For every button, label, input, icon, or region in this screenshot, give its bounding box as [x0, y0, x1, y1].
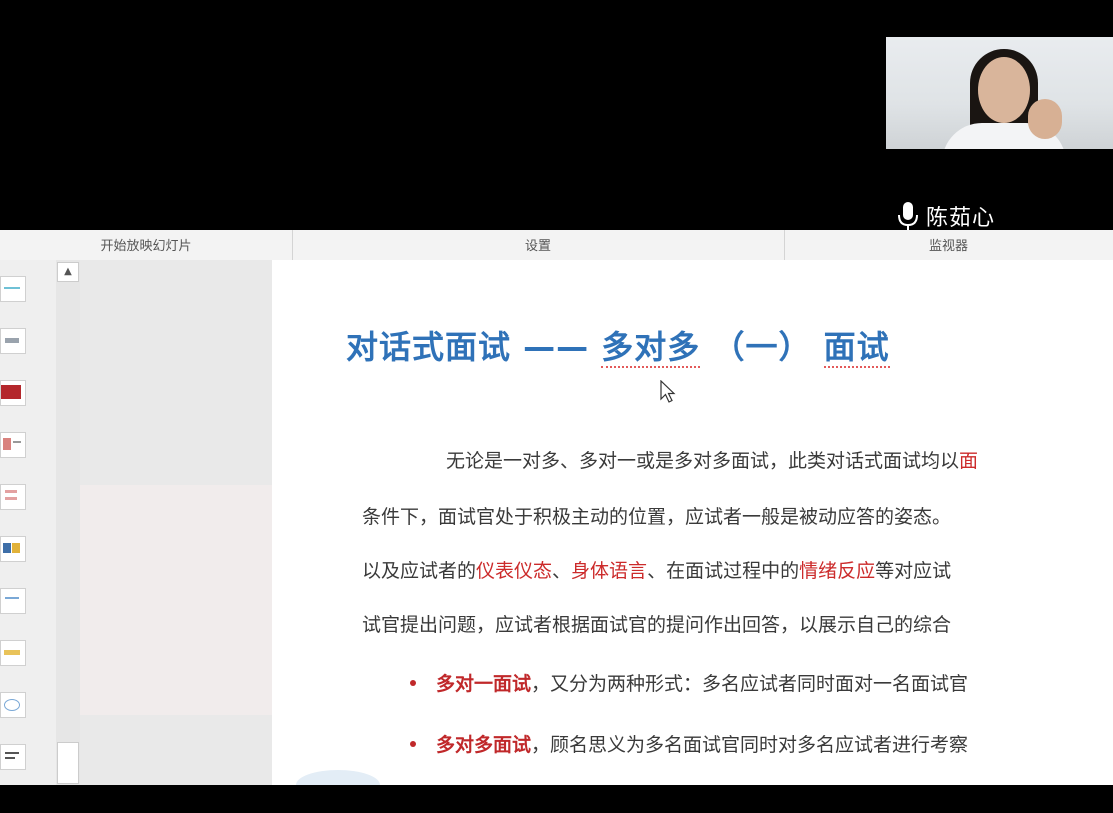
- scroll-up-arrow-icon[interactable]: ▲: [57, 262, 79, 282]
- line1-text: 无论是一对多、多对一或是多对多面试，此类对话式面试均以: [446, 450, 960, 472]
- bullet-2-term: 多对多面试: [436, 734, 532, 756]
- slide-canvas: 对话式面试 —— 多对多 （一） 面试 无论是一对多、多对一或是多对多面试，此类…: [272, 260, 1113, 785]
- bullet-1: 多对一面试，又分为两种形式：多名应试者同时面对一名面试官: [436, 669, 968, 696]
- slide-title: 对话式面试 —— 多对多 （一） 面试: [346, 322, 890, 368]
- ribbon-group-start-slideshow[interactable]: 开始放映幻灯片: [0, 230, 293, 260]
- body-line-1: 无论是一对多、多对一或是多对多面试，此类对话式面试均以面: [446, 446, 978, 473]
- body-line-2: 条件下，面试官处于积极主动的位置，应试者一般是被动应答的姿态。: [362, 506, 952, 528]
- line3-f: 情绪反应: [799, 560, 876, 582]
- ribbon-group-monitor[interactable]: 监视器: [784, 230, 1113, 260]
- body-line-3: 以及应试者的仪表仪态、身体语言、在面试过程中的情绪反应等对应试: [362, 556, 951, 583]
- line1-highlight: 面: [959, 450, 979, 472]
- slide-thumbnail[interactable]: [0, 380, 26, 406]
- title-part-1: 对话式面试 ——: [346, 328, 602, 366]
- webcam-video: [886, 37, 1113, 149]
- slide-thumbnail[interactable]: [0, 744, 26, 770]
- presenter-hand: [1028, 99, 1062, 139]
- margin-band: [80, 485, 272, 715]
- bullet-2: 多对多面试，顾名思义为多名面试官同时对多名应试者进行考察: [436, 730, 968, 757]
- scrollbar-thumb[interactable]: [57, 742, 79, 784]
- microphone-icon: [896, 200, 920, 232]
- line3-c: 、: [552, 560, 572, 582]
- slide-thumbnail[interactable]: [0, 484, 26, 510]
- slide-thumbnail[interactable]: [0, 536, 26, 562]
- slide-thumbnail[interactable]: [0, 276, 26, 302]
- body-line-4: 试官提出问题，应试者根据面试官的提问作出回答，以展示自己的综合: [362, 614, 952, 636]
- slide-thumbnail[interactable]: [0, 328, 26, 354]
- presenter-face: [978, 57, 1030, 123]
- thumbnail-scrollbar[interactable]: ▲: [56, 260, 80, 785]
- presenter-name: 陈茹心: [926, 206, 996, 231]
- ribbon-toolbar: 开始放映幻灯片 设置 监视器: [0, 230, 1113, 261]
- slide-thumbnail[interactable]: [0, 588, 26, 614]
- bullet-dot: [410, 680, 416, 686]
- bullet-1-term: 多对一面试: [436, 673, 532, 695]
- title-part-2: 多对多: [601, 328, 701, 368]
- editor-margin: [80, 260, 272, 785]
- slide-thumbnail[interactable]: [0, 640, 26, 666]
- slide-thumbnail[interactable]: [0, 432, 26, 458]
- bullet-1-text: ，又分为两种形式：多名应试者同时面对一名面试官: [531, 673, 969, 695]
- line3-g: 等对应试: [875, 560, 952, 582]
- bullet-2-text: ，顾名思义为多名面试官同时对多名应试者进行考察: [531, 734, 969, 756]
- ribbon-group-setup[interactable]: 设置: [292, 230, 785, 260]
- title-part-4: 面试: [823, 328, 890, 368]
- line3-e: 、在面试过程中的: [647, 560, 800, 582]
- mouse-cursor-icon: [660, 379, 678, 408]
- line3-b: 仪表仪态: [476, 560, 553, 582]
- line3-d: 身体语言: [571, 560, 648, 582]
- bullet-dot: [410, 741, 416, 747]
- slide-thumbnail-panel: [0, 260, 56, 785]
- title-part-3: （一）: [700, 328, 824, 366]
- black-letterbox-bottom: [0, 785, 1113, 813]
- slide-thumbnail[interactable]: [0, 692, 26, 718]
- line3-a: 以及应试者的: [362, 560, 477, 582]
